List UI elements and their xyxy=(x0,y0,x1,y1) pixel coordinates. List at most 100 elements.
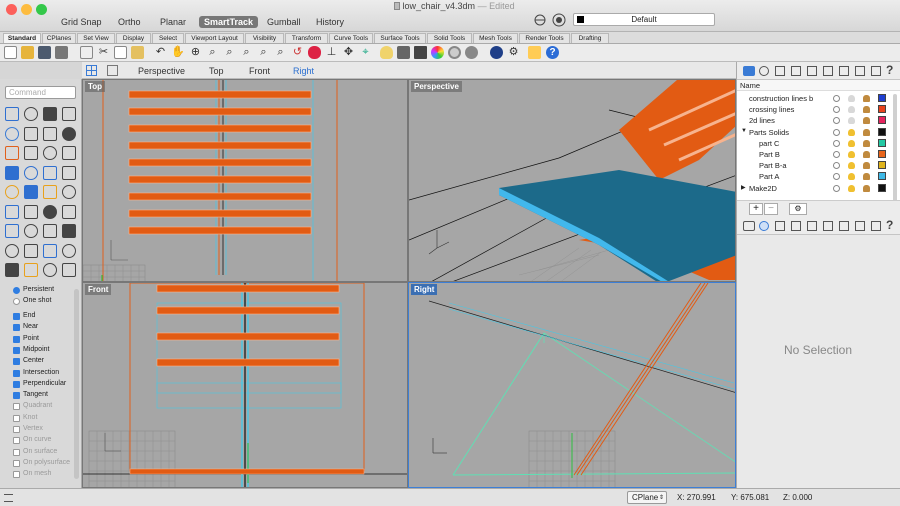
lightbulb-icon[interactable] xyxy=(848,151,855,158)
control-points-icon[interactable] xyxy=(43,243,57,258)
tab-perspective[interactable]: Perspective xyxy=(138,66,185,76)
select-icon[interactable]: ⌖ xyxy=(359,46,372,59)
boolean-icon[interactable] xyxy=(5,204,19,219)
layer-color-swatch[interactable] xyxy=(878,138,886,147)
shaded-icon[interactable] xyxy=(465,46,478,59)
viewport-perspective[interactable]: Perspective xyxy=(408,79,736,282)
undo-view-icon[interactable]: ↺ xyxy=(291,46,304,59)
new-file-icon[interactable] xyxy=(4,46,17,59)
layer-row[interactable]: crossing lines xyxy=(737,104,900,115)
dimension-icon[interactable] xyxy=(62,263,76,277)
check-icon[interactable] xyxy=(43,263,57,277)
ellipse-icon[interactable] xyxy=(24,126,38,141)
layers-scrollbar[interactable] xyxy=(893,94,897,204)
remove-layer-button[interactable]: − xyxy=(764,203,778,215)
arc-icon[interactable] xyxy=(43,126,57,141)
group-icon[interactable] xyxy=(24,243,38,258)
layer-current-radio[interactable] xyxy=(833,184,840,192)
layer-row[interactable]: Part A xyxy=(737,171,900,182)
tab-viewport-layout[interactable]: Viewport Layout xyxy=(185,33,244,43)
lock-icon[interactable] xyxy=(863,162,870,170)
layer-current-radio[interactable] xyxy=(833,117,840,125)
sweep-icon[interactable] xyxy=(43,185,57,199)
command-input[interactable]: Command xyxy=(5,86,76,99)
lock-icon[interactable] xyxy=(863,117,870,125)
viewport-front[interactable]: Front xyxy=(82,282,408,488)
layers-tab-icon[interactable] xyxy=(743,221,755,231)
zoom-window-icon[interactable]: ⌕ xyxy=(223,46,236,59)
layer-color-swatch[interactable] xyxy=(878,150,886,158)
scale-icon[interactable] xyxy=(43,224,57,238)
lock-icon[interactable] xyxy=(863,106,870,114)
set-view-icon[interactable] xyxy=(308,46,321,59)
layer-color-swatch[interactable] xyxy=(878,172,886,181)
mode-ortho[interactable]: Ortho xyxy=(113,16,146,28)
lock-icon[interactable] xyxy=(863,151,870,158)
tab-surface-tools[interactable]: Surface Tools xyxy=(374,33,426,43)
lightbulb-icon[interactable] xyxy=(848,173,855,181)
open-file-icon[interactable] xyxy=(21,46,34,59)
fillet-curve-icon[interactable] xyxy=(5,146,19,160)
color-icon[interactable] xyxy=(431,46,444,59)
layer-color-swatch[interactable] xyxy=(878,183,886,192)
help-icon[interactable]: ? xyxy=(546,46,559,59)
extrude-icon[interactable] xyxy=(43,165,57,180)
help-tab-icon[interactable] xyxy=(871,221,881,231)
four-view-layout-icon[interactable] xyxy=(86,65,97,76)
display-mode-icon[interactable] xyxy=(448,46,461,59)
copy-icon[interactable] xyxy=(114,46,127,59)
layer-current-radio[interactable] xyxy=(833,173,840,181)
layer-color-swatch[interactable] xyxy=(878,94,886,102)
select-arrow-icon[interactable] xyxy=(5,107,19,121)
print-icon[interactable] xyxy=(55,46,68,59)
cplane-select[interactable]: CPlane ⇕ xyxy=(627,491,667,504)
array-icon[interactable] xyxy=(5,243,19,258)
tab-display[interactable]: Display xyxy=(116,33,151,43)
sphere-icon[interactable] xyxy=(5,165,19,180)
lightbulb-icon[interactable] xyxy=(848,106,855,114)
highlight-icon[interactable] xyxy=(528,46,541,59)
mode-smarttrack[interactable]: SmartTrack xyxy=(199,16,259,28)
lightbulb-icon[interactable] xyxy=(848,117,855,125)
point-icon[interactable] xyxy=(24,107,38,121)
object-tab-icon[interactable] xyxy=(775,221,785,231)
tab-transform[interactable]: Transform xyxy=(285,33,328,43)
layer-current-radio[interactable] xyxy=(833,139,840,147)
options-icon[interactable]: ⚙ xyxy=(507,46,520,59)
zoom-dynamic-icon[interactable]: ⌕ xyxy=(206,46,219,59)
osnap-scrollbar[interactable] xyxy=(74,289,79,479)
edit-points-icon[interactable] xyxy=(62,243,76,258)
freeform-icon[interactable] xyxy=(62,146,76,160)
named-views-icon[interactable] xyxy=(791,66,801,76)
display-tab-icon[interactable] xyxy=(823,221,833,231)
layer-color-swatch[interactable] xyxy=(878,127,886,136)
split-icon[interactable] xyxy=(24,204,38,219)
viewport-top[interactable]: Top xyxy=(82,79,408,282)
mode-grid-snap[interactable]: Grid Snap xyxy=(56,16,107,28)
layer-color-swatch[interactable] xyxy=(878,161,886,170)
move-icon[interactable] xyxy=(5,224,19,238)
materials-icon[interactable] xyxy=(759,66,769,76)
paste-icon[interactable] xyxy=(131,46,144,59)
help-question-icon[interactable]: ? xyxy=(886,63,893,77)
lightbulb-icon[interactable] xyxy=(848,184,855,192)
trim-icon[interactable] xyxy=(43,204,57,219)
layer-current-radio[interactable] xyxy=(833,162,840,170)
blend-icon[interactable] xyxy=(62,185,76,199)
zoom-extents-icon[interactable]: ⌕ xyxy=(240,46,253,59)
rectangle-icon[interactable] xyxy=(62,126,76,141)
viewport-right[interactable]: Right xyxy=(408,282,736,488)
join-icon[interactable] xyxy=(62,204,76,219)
lightbulb-icon[interactable] xyxy=(848,128,855,136)
tab-standard[interactable]: Standard xyxy=(3,33,41,43)
single-view-layout-icon[interactable] xyxy=(107,65,118,76)
mode-planar[interactable]: Planar xyxy=(155,16,191,28)
offset-icon[interactable] xyxy=(24,146,38,160)
box-icon[interactable] xyxy=(24,165,38,180)
pan-icon[interactable]: ✋ xyxy=(171,46,185,59)
lock-icon[interactable] xyxy=(863,95,870,102)
tab-front[interactable]: Front xyxy=(249,66,270,76)
camera-icon[interactable] xyxy=(807,66,817,76)
polygon-icon[interactable] xyxy=(43,146,57,160)
move-icon[interactable]: ✥ xyxy=(342,46,355,59)
